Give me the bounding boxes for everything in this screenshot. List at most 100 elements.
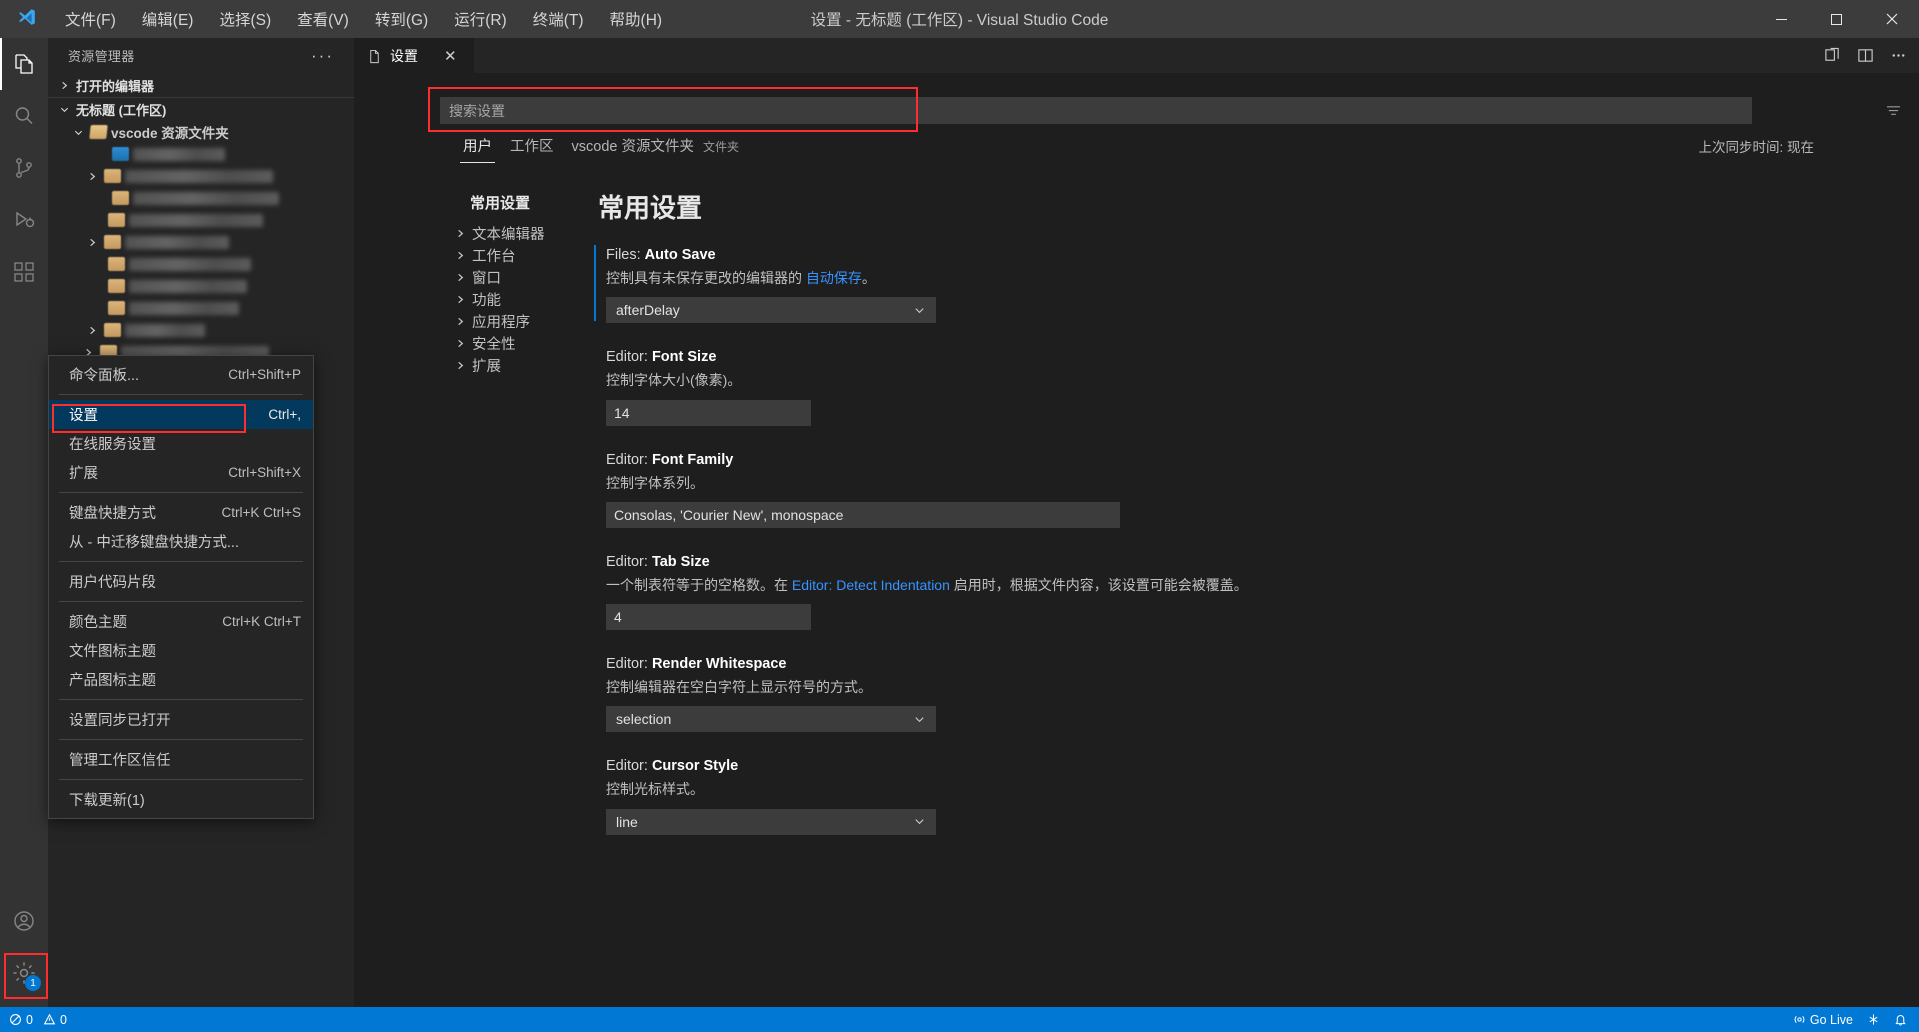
sidebar-section-workspace[interactable]: 无标题 (工作区) bbox=[48, 97, 354, 121]
toc-item[interactable]: 应用程序 bbox=[452, 310, 594, 332]
tree-row-file[interactable] bbox=[48, 253, 354, 275]
setting-text-input[interactable]: Consolas, 'Courier New', monospace bbox=[606, 502, 1120, 528]
tab-workspace-label: 工作区 bbox=[510, 139, 554, 155]
context-menu-item[interactable]: 扩展Ctrl+Shift+X bbox=[49, 458, 313, 487]
setting-item: Files: Auto Save控制具有未保存更改的编辑器的 自动保存。afte… bbox=[594, 247, 1524, 323]
tree-row-file[interactable] bbox=[48, 209, 354, 231]
setting-text-input[interactable]: 14 bbox=[606, 400, 811, 426]
setting-description-link[interactable]: 自动保存 bbox=[806, 270, 862, 286]
context-menu-item[interactable]: 下载更新(1) bbox=[49, 785, 313, 814]
menu-file[interactable]: 文件(F) bbox=[52, 0, 129, 38]
setting-title: Files: Auto Save bbox=[606, 247, 1524, 263]
problems-status[interactable]: 0 0 bbox=[9, 1013, 67, 1027]
activity-explorer[interactable] bbox=[0, 38, 48, 90]
folder-icon bbox=[108, 257, 125, 271]
file-tree bbox=[48, 143, 354, 363]
chevron-right-icon bbox=[452, 360, 468, 371]
tab-workspace[interactable]: 工作区 bbox=[501, 135, 563, 163]
context-menu-item[interactable]: 在线服务设置 bbox=[49, 429, 313, 458]
menu-run[interactable]: 运行(R) bbox=[441, 0, 520, 38]
chevron-right-icon bbox=[452, 250, 468, 261]
go-live-button[interactable]: Go Live bbox=[1793, 1013, 1853, 1027]
tab-user[interactable]: 用户 bbox=[454, 135, 501, 163]
activity-source-control[interactable] bbox=[0, 142, 48, 194]
folder-icon bbox=[112, 191, 129, 205]
menu-help[interactable]: 帮助(H) bbox=[597, 0, 676, 38]
tree-row-file[interactable] bbox=[48, 275, 354, 297]
setting-description-link[interactable]: Editor: Detect Indentation bbox=[792, 577, 950, 593]
toc-item[interactable]: 工作台 bbox=[452, 244, 594, 266]
minimize-button[interactable] bbox=[1754, 0, 1809, 38]
context-menu-item[interactable]: 产品图标主题 bbox=[49, 665, 313, 694]
menu-edit[interactable]: 编辑(E) bbox=[129, 0, 207, 38]
context-menu-item-shortcut: Ctrl+, bbox=[250, 407, 301, 422]
menu-selection[interactable]: 选择(S) bbox=[206, 0, 284, 38]
menu-terminal[interactable]: 终端(T) bbox=[520, 0, 597, 38]
menu-view[interactable]: 查看(V) bbox=[284, 0, 362, 38]
context-menu-item[interactable]: 设置 Ctrl+, bbox=[49, 400, 313, 429]
tree-row-file[interactable] bbox=[48, 143, 354, 165]
setting-description: 一个制表符等于的空格数。在 Editor: Detect Indentation… bbox=[606, 575, 1524, 595]
tab-close-icon[interactable]: ✕ bbox=[444, 47, 457, 65]
context-menu-item[interactable]: 键盘快捷方式Ctrl+K Ctrl+S bbox=[49, 498, 313, 527]
context-menu-item[interactable]: 用户代码片段 bbox=[49, 567, 313, 596]
open-changes-icon[interactable] bbox=[1824, 47, 1841, 64]
file-name-redacted bbox=[133, 192, 279, 205]
setting-text-input[interactable]: 4 bbox=[606, 604, 811, 630]
setting-dropdown[interactable]: line bbox=[606, 809, 936, 835]
context-menu-item-label: 设置 bbox=[69, 404, 98, 425]
tree-row-file[interactable] bbox=[48, 187, 354, 209]
tree-row-file[interactable] bbox=[48, 231, 354, 253]
tab-settings[interactable]: 设置 ✕ bbox=[354, 38, 474, 73]
activity-account[interactable] bbox=[0, 895, 48, 947]
activity-manage[interactable]: 1 bbox=[0, 947, 48, 999]
bell-icon bbox=[1894, 1013, 1907, 1026]
close-button[interactable] bbox=[1864, 0, 1919, 38]
setting-dropdown[interactable]: selection bbox=[606, 706, 936, 732]
activity-run-debug[interactable] bbox=[0, 194, 48, 246]
tree-row-file[interactable] bbox=[48, 165, 354, 187]
setting-title: Editor: Font Family bbox=[606, 452, 1524, 468]
toc-item[interactable]: 窗口 bbox=[452, 266, 594, 288]
setting-dropdown[interactable]: afterDelay bbox=[606, 297, 936, 323]
tab-folder[interactable]: vscode 资源文件夹 文件夹 bbox=[563, 135, 749, 163]
remote-status[interactable] bbox=[1867, 1013, 1880, 1026]
chevron-down-icon bbox=[913, 815, 926, 828]
context-menu-item[interactable]: 文件图标主题 bbox=[49, 636, 313, 665]
menu-go[interactable]: 转到(G) bbox=[362, 0, 441, 38]
search-input[interactable]: 搜索设置 bbox=[440, 97, 1752, 124]
toc-item[interactable]: 功能 bbox=[452, 288, 594, 310]
filter-settings-icon[interactable] bbox=[1886, 105, 1901, 118]
setting-title: Editor: Font Size bbox=[606, 349, 1524, 365]
toc-item[interactable]: 扩展 bbox=[452, 354, 594, 376]
more-actions-icon[interactable] bbox=[1890, 47, 1907, 64]
folder-icon bbox=[104, 323, 121, 337]
context-menu-item[interactable]: 管理工作区信任 bbox=[49, 745, 313, 774]
context-menu-item[interactable]: 设置同步已打开 bbox=[49, 705, 313, 734]
activity-extensions[interactable] bbox=[0, 246, 48, 298]
tree-row-file[interactable] bbox=[48, 297, 354, 319]
setting-value: afterDelay bbox=[616, 302, 680, 318]
context-menu-item-shortcut: Ctrl+Shift+X bbox=[210, 465, 301, 480]
toc-item-label: 功能 bbox=[472, 289, 501, 310]
sidebar-section-open-editors[interactable]: 打开的编辑器 bbox=[48, 73, 354, 97]
toc-list: 文本编辑器工作台窗口功能应用程序安全性扩展 bbox=[452, 222, 594, 376]
sidebar-more-icon[interactable]: ··· bbox=[311, 52, 334, 60]
editor-tab-bar: 设置 ✕ bbox=[354, 38, 1919, 73]
context-menu-item[interactable]: 颜色主题Ctrl+K Ctrl+T bbox=[49, 607, 313, 636]
context-menu-item[interactable]: 从 - 中迁移键盘快捷方式... bbox=[49, 527, 313, 556]
split-editor-icon[interactable] bbox=[1857, 47, 1874, 64]
notifications-button[interactable] bbox=[1894, 1013, 1907, 1026]
broadcast-icon bbox=[1793, 1013, 1806, 1026]
context-menu-item[interactable]: 命令面板...Ctrl+Shift+P bbox=[49, 360, 313, 389]
tree-row-workspace-folder[interactable]: vscode 资源文件夹 bbox=[48, 121, 354, 143]
toc-item[interactable]: 安全性 bbox=[452, 332, 594, 354]
maximize-button[interactable] bbox=[1809, 0, 1864, 38]
setting-category: Editor: bbox=[606, 349, 652, 365]
toc-item[interactable]: 文本编辑器 bbox=[452, 222, 594, 244]
setting-category: Files: bbox=[606, 247, 645, 263]
activity-search[interactable] bbox=[0, 90, 48, 142]
tree-row-file[interactable] bbox=[48, 319, 354, 341]
chevron-down-icon bbox=[56, 104, 72, 115]
folder-icon bbox=[108, 279, 125, 293]
